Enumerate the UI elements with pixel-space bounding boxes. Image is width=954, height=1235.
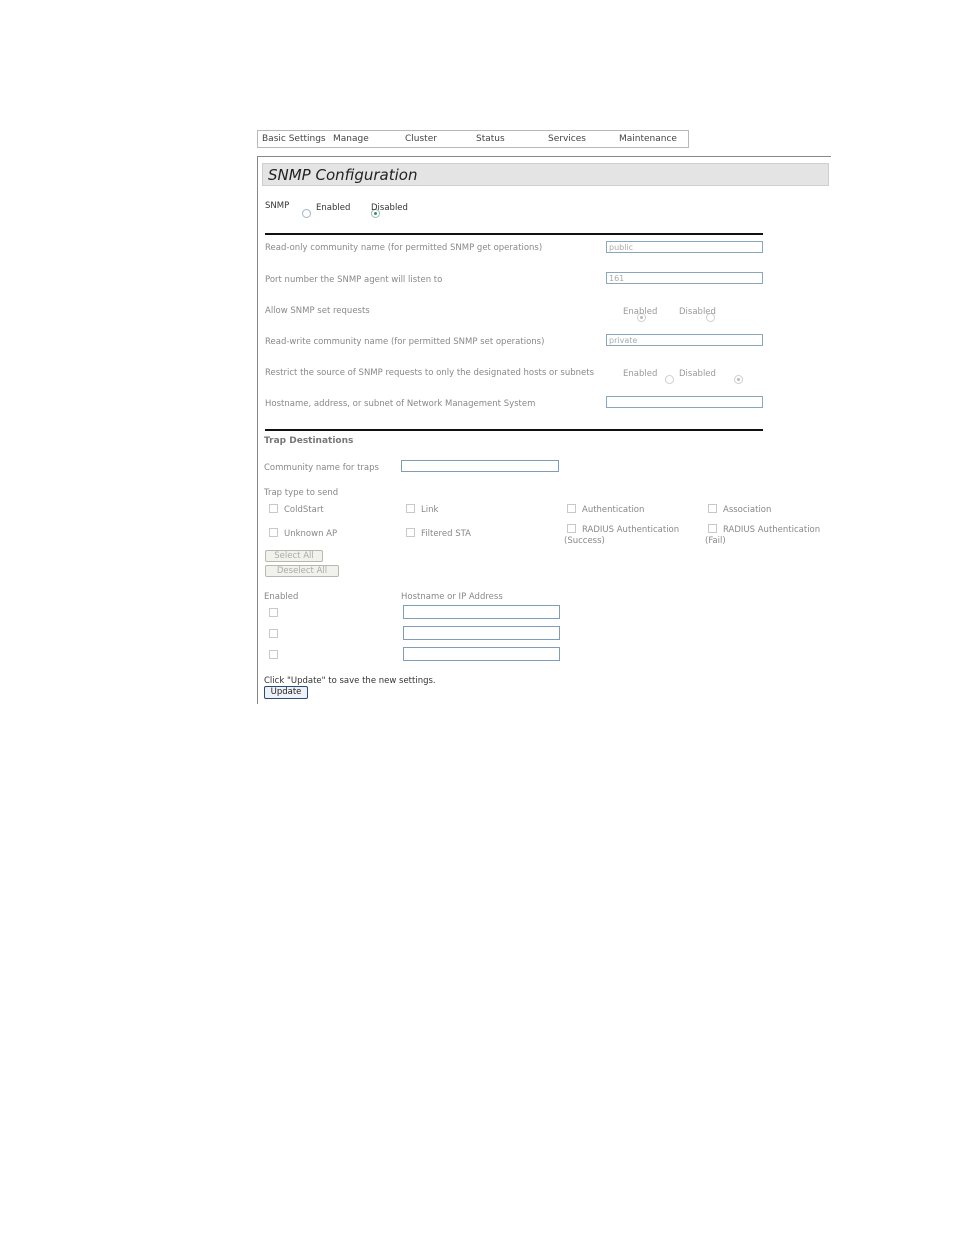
association-label: Association bbox=[723, 505, 772, 515]
hostname-column-header: Hostname or IP Address bbox=[401, 592, 503, 602]
filtered-sta-label: Filtered STA bbox=[421, 529, 471, 539]
trap-type-label: Trap type to send bbox=[264, 488, 339, 498]
update-button[interactable]: Update bbox=[264, 686, 308, 699]
radius-auth-success-sub: (Success) bbox=[564, 536, 605, 546]
nav-maintenance[interactable]: Maintenance bbox=[619, 134, 677, 144]
radius-auth-fail-sub: (Fail) bbox=[705, 536, 726, 546]
read-write-community-input[interactable] bbox=[606, 334, 763, 346]
allow-set-label: Allow SNMP set requests bbox=[265, 306, 370, 316]
nav-basic-settings[interactable]: Basic Settings bbox=[262, 134, 326, 144]
snmp-label: SNMP bbox=[265, 201, 290, 211]
filtered-sta-checkbox[interactable] bbox=[406, 528, 415, 537]
nms-label: Hostname, address, or subnet of Network … bbox=[265, 399, 536, 409]
snmp-enabled-radio[interactable] bbox=[302, 209, 311, 218]
link-label: Link bbox=[421, 505, 439, 515]
title-bar: SNMP Configuration bbox=[262, 163, 829, 186]
association-checkbox[interactable] bbox=[708, 504, 717, 513]
trap-destinations-heading: Trap Destinations bbox=[264, 436, 354, 446]
host-2-input[interactable] bbox=[403, 626, 560, 640]
restrict-source-label: Restrict the source of SNMP requests to … bbox=[265, 368, 595, 378]
select-all-button[interactable]: Select All bbox=[265, 550, 323, 562]
nav-manage[interactable]: Manage bbox=[333, 134, 369, 144]
link-checkbox[interactable] bbox=[406, 504, 415, 513]
unknown-ap-checkbox[interactable] bbox=[269, 528, 278, 537]
restrict-disabled-label: Disabled bbox=[679, 369, 716, 379]
restrict-enabled-label: Enabled bbox=[623, 369, 658, 379]
divider bbox=[265, 233, 763, 235]
snmp-enabled-label: Enabled bbox=[316, 203, 351, 213]
host-1-enabled-checkbox[interactable] bbox=[269, 608, 278, 617]
update-hint: Click "Update" to save the new settings. bbox=[264, 676, 436, 686]
radius-auth-fail-label: RADIUS Authentication bbox=[723, 525, 821, 535]
host-3-input[interactable] bbox=[403, 647, 560, 661]
radius-auth-success-label: RADIUS Authentication bbox=[582, 525, 680, 535]
host-1-input[interactable] bbox=[403, 605, 560, 619]
page-title: SNMP Configuration bbox=[268, 166, 418, 184]
authentication-checkbox[interactable] bbox=[567, 504, 576, 513]
port-label: Port number the SNMP agent will listen t… bbox=[265, 275, 443, 285]
coldstart-checkbox[interactable] bbox=[269, 504, 278, 513]
read-write-community-label: Read-write community name (for permitted… bbox=[265, 337, 545, 347]
port-input[interactable] bbox=[606, 272, 763, 284]
allow-set-disabled-label: Disabled bbox=[679, 307, 716, 317]
trap-community-label: Community name for traps bbox=[264, 463, 379, 473]
enabled-column-header: Enabled bbox=[264, 592, 299, 602]
host-3-enabled-checkbox[interactable] bbox=[269, 650, 278, 659]
read-only-community-label: Read-only community name (for permitted … bbox=[265, 243, 543, 253]
radius-auth-success-checkbox[interactable] bbox=[567, 524, 576, 533]
read-only-community-input[interactable] bbox=[606, 241, 763, 253]
snmp-disabled-label: Disabled bbox=[371, 203, 408, 213]
radius-auth-fail-checkbox[interactable] bbox=[708, 524, 717, 533]
deselect-all-button[interactable]: Deselect All bbox=[265, 565, 339, 577]
trap-community-input[interactable] bbox=[401, 460, 559, 472]
authentication-label: Authentication bbox=[582, 505, 645, 515]
nav-services[interactable]: Services bbox=[548, 134, 586, 144]
top-nav: Basic Settings Manage Cluster Status Ser… bbox=[257, 130, 689, 148]
nav-status[interactable]: Status bbox=[476, 134, 505, 144]
host-2-enabled-checkbox[interactable] bbox=[269, 629, 278, 638]
divider bbox=[265, 429, 763, 431]
coldstart-label: ColdStart bbox=[284, 505, 324, 515]
nav-cluster[interactable]: Cluster bbox=[405, 134, 437, 144]
allow-set-enabled-label: Enabled bbox=[623, 307, 658, 317]
nms-input[interactable] bbox=[606, 396, 763, 408]
unknown-ap-label: Unknown AP bbox=[284, 529, 338, 539]
